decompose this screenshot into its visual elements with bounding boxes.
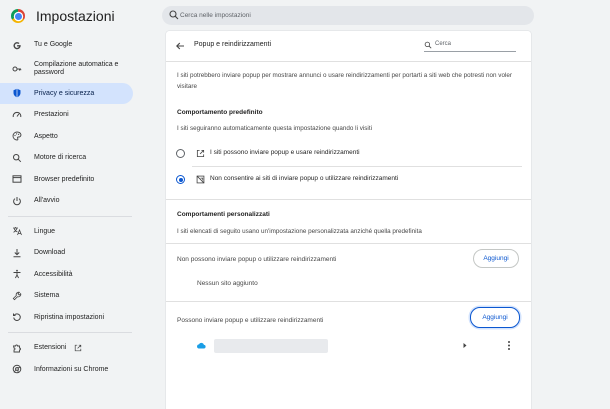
browser-window-icon: [12, 174, 22, 184]
sidebar-item-label: Sistema: [34, 292, 60, 300]
sidebar-item-label: Lingue: [34, 227, 56, 235]
option-block-popups-label[interactable]: Non consentire ai siti di inviare popup …: [210, 175, 398, 182]
sidebar-item-languages[interactable]: Lingue: [0, 221, 140, 243]
sidebar-item-you-and-google[interactable]: Tu e Google: [0, 34, 140, 56]
add-blocked-site-button[interactable]: Aggiungi: [473, 249, 519, 268]
sidebar-item-label: Browser predefinito: [34, 175, 95, 183]
power-icon: [12, 196, 22, 206]
extension-icon: [12, 343, 22, 353]
chrome-icon: [12, 364, 22, 374]
google-g-icon: [12, 40, 22, 50]
option-divider: [192, 166, 522, 167]
open-in-new-icon: [196, 149, 205, 158]
sidebar-item-label: Download: [34, 249, 66, 257]
sidebar-item-appearance[interactable]: Aspetto: [0, 126, 140, 148]
default-behavior-subtitle: I siti seguiranno automaticamente questa…: [177, 125, 372, 132]
block-list-empty-text: Nessun sito aggiunto: [197, 280, 258, 287]
sidebar-item-label: Privacy e sicurezza: [34, 89, 95, 97]
radio-block-popups[interactable]: [176, 175, 185, 184]
page-description: I siti potrebbero inviare popup per most…: [177, 72, 512, 90]
sidebar-item-about-chrome[interactable]: Informazioni su Chrome: [0, 359, 140, 381]
chrome-logo-icon: [11, 9, 25, 23]
sidebar-item-privacy[interactable]: Privacy e sicurezza: [0, 82, 133, 104]
sidebar-item-label: Motore di ricerca: [34, 154, 87, 162]
site-name-redacted: [214, 339, 328, 353]
palette-icon: [12, 131, 22, 141]
top-bar: Impostazioni: [0, 0, 610, 31]
speedometer-icon: [12, 110, 22, 120]
sidebar-nav: Tu e Google Compilazione automatica e pa…: [0, 31, 140, 380]
blocked-popup-icon: [196, 175, 205, 184]
sidebar-item-reset[interactable]: Ripristina impostazioni: [0, 307, 140, 329]
expand-arrow-icon[interactable]: [462, 342, 468, 349]
add-allowed-site-button[interactable]: Aggiungi: [470, 307, 520, 328]
settings-card: Popup e reindirizzamenti Cerca I siti po…: [166, 31, 531, 409]
sidebar-item-search-engine[interactable]: Motore di ricerca: [0, 147, 140, 169]
page-search-label: Cerca: [435, 41, 452, 47]
search-icon: [12, 153, 22, 163]
sidebar-item-on-startup[interactable]: All'avvio: [0, 190, 140, 212]
accessibility-icon: [12, 269, 22, 279]
sidebar-divider: [8, 332, 132, 333]
custom-behavior-subtitle: I siti elencati di seguito usano un'impo…: [177, 228, 422, 235]
download-icon: [12, 248, 22, 258]
sidebar-item-autofill[interactable]: Compilazione automatica e password: [0, 56, 140, 83]
sidebar-item-label: Informazioni su Chrome: [34, 365, 109, 373]
page-title: Popup e reindirizzamenti: [194, 41, 272, 48]
sidebar-item-default-browser[interactable]: Browser predefinito: [0, 169, 140, 191]
header-divider: [166, 61, 531, 62]
reset-icon: [12, 312, 22, 322]
sidebar-divider: [8, 215, 132, 217]
app-title: Impostazioni: [36, 8, 115, 24]
search-icon: [169, 10, 179, 20]
sidebar-item-downloads[interactable]: Download: [0, 242, 140, 264]
sidebar-item-system[interactable]: Sistema: [0, 285, 140, 307]
sidebar-item-label: Ripristina impostazioni: [34, 313, 105, 321]
default-behavior-title: Comportamento predefinito: [177, 109, 263, 116]
open-in-new-icon: [75, 344, 82, 351]
custom-behavior-title: Comportamenti personalizzati: [177, 211, 270, 218]
sidebar-item-label: Compilazione automatica e password: [34, 61, 119, 76]
allow-list-label: Possono inviare popup e utilizzare reind…: [177, 317, 324, 324]
settings-search-input[interactable]: [180, 8, 520, 23]
cloud-favicon-icon: [197, 342, 206, 349]
search-icon: [424, 41, 432, 49]
sidebar-item-extensions[interactable]: Estensioni: [0, 337, 140, 359]
sidebar-item-performance[interactable]: Prestazioni: [0, 104, 140, 126]
sidebar-item-label: Estensioni: [34, 344, 67, 352]
wrench-icon: [12, 291, 22, 301]
sidebar-item-label: Prestazioni: [34, 111, 69, 119]
page-search[interactable]: Cerca: [424, 40, 516, 52]
key-icon: [12, 64, 22, 74]
radio-allow-popups[interactable]: [176, 149, 185, 158]
settings-search-box[interactable]: [162, 6, 534, 25]
sidebar-item-label: All'avvio: [34, 197, 60, 205]
shield-icon: [12, 88, 22, 98]
allowed-site-row[interactable]: [166, 336, 531, 356]
block-list-label: Non possono inviare popup o utilizzare r…: [177, 256, 337, 263]
sidebar-item-label: Tu e Google: [34, 41, 73, 49]
sidebar-item-label: Aspetto: [34, 132, 58, 140]
translate-icon: [12, 226, 22, 236]
section-divider: [166, 301, 531, 302]
page-search-underline: [424, 51, 516, 52]
more-actions-icon[interactable]: [506, 340, 512, 351]
option-allow-popups-label[interactable]: I siti possono inviare popup e usare rei…: [210, 149, 360, 156]
back-arrow-icon[interactable]: [175, 41, 185, 51]
section-divider: [166, 199, 531, 200]
sidebar-item-label: Accessibilità: [34, 270, 73, 278]
section-divider: [166, 243, 531, 244]
sidebar-item-accessibility[interactable]: Accessibilità: [0, 264, 140, 286]
